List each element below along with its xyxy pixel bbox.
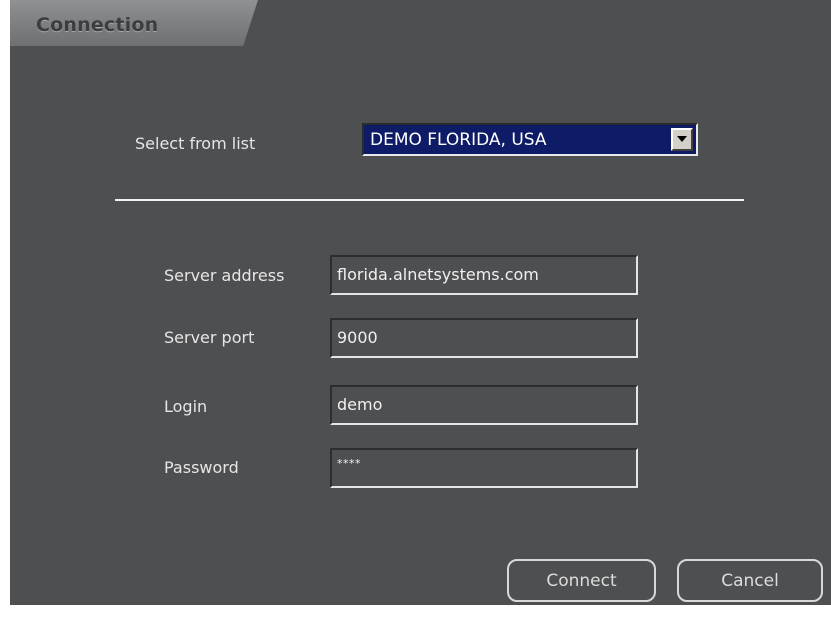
select-from-list-label: Select from list	[135, 134, 256, 153]
password-value: ****	[337, 457, 361, 470]
server-list-selected-value: DEMO FLORIDA, USA	[370, 130, 547, 150]
server-address-input[interactable]: florida.alnetsystems.com	[330, 255, 638, 295]
server-port-label: Server port	[164, 328, 255, 347]
password-input[interactable]: ****	[330, 448, 638, 488]
dialog-title: Connection	[36, 14, 159, 36]
server-port-value: 9000	[337, 328, 378, 347]
connect-button[interactable]: Connect	[507, 559, 656, 602]
login-value: demo	[337, 395, 383, 414]
server-port-input[interactable]: 9000	[330, 318, 638, 358]
server-address-label: Server address	[164, 266, 285, 285]
server-address-value: florida.alnetsystems.com	[337, 265, 539, 284]
password-label: Password	[164, 458, 239, 477]
dropdown-button[interactable]	[671, 128, 693, 151]
cancel-button[interactable]: Cancel	[677, 559, 823, 602]
connection-dialog: Connection Select from list DEMO FLORIDA…	[10, 0, 831, 605]
server-list-dropdown[interactable]: DEMO FLORIDA, USA	[362, 123, 698, 156]
divider	[115, 199, 744, 201]
login-label: Login	[164, 397, 208, 416]
login-input[interactable]: demo	[330, 385, 638, 425]
chevron-down-icon	[677, 136, 687, 142]
